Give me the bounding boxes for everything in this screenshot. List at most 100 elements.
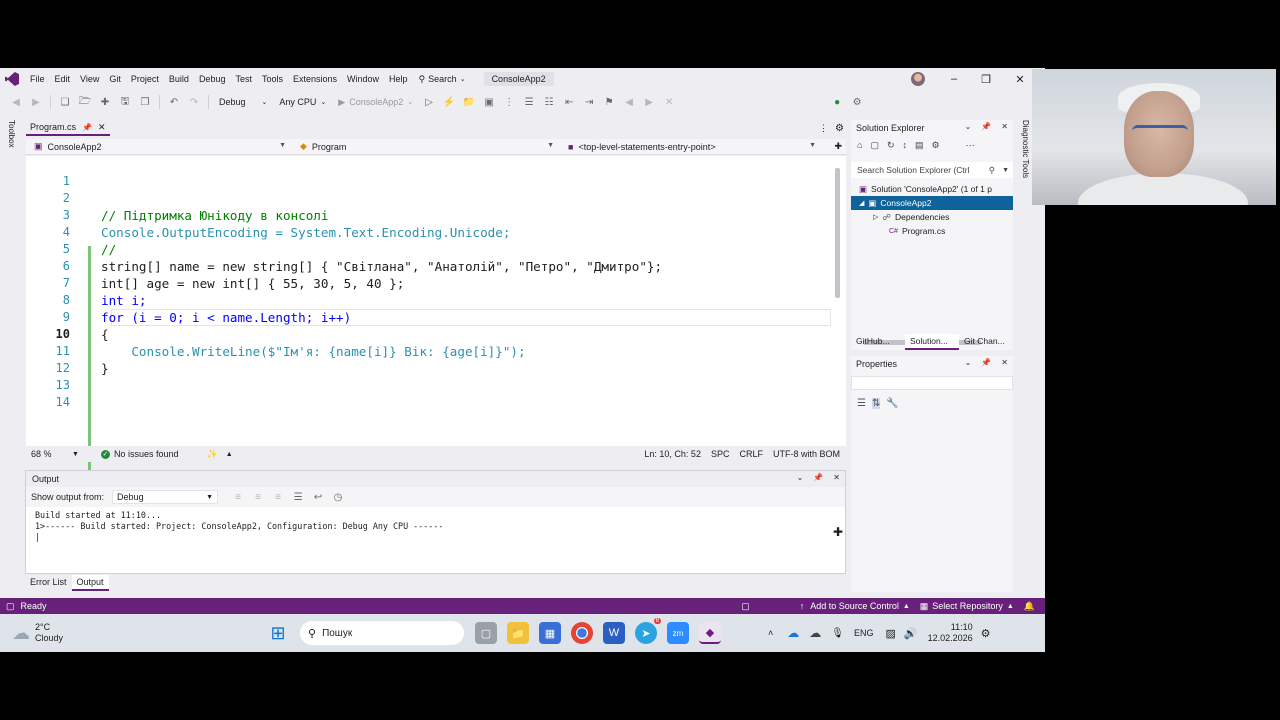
menu-test[interactable]: Test [230, 68, 257, 90]
pin-icon[interactable]: 📌 [981, 358, 991, 367]
solution-search-input[interactable]: Search Solution Explorer (Ctrl ⚲ ▼ [851, 162, 1013, 178]
clear-all-icon[interactable]: ☰ [290, 489, 306, 505]
comment-icon[interactable]: ☰ [521, 94, 537, 110]
alphabetical-icon[interactable]: ⇅ [871, 398, 881, 409]
chevron-down-icon[interactable]: ⌄ [965, 358, 972, 367]
cursor-position[interactable]: Ln: 10, Ch: 52 [644, 449, 701, 459]
notifications-icon[interactable]: ⚙ [981, 627, 991, 640]
class-dropdown[interactable]: ◆ Program ▼ [292, 139, 560, 155]
menu-build[interactable]: Build [164, 68, 194, 90]
onedrive-icon[interactable]: ☁ [787, 626, 799, 640]
tab-git-changes[interactable]: Git Chan... [959, 334, 1013, 350]
task-view-icon[interactable]: ▢ [475, 622, 497, 644]
categorized-icon[interactable]: ☰ [857, 398, 866, 409]
pin-icon[interactable]: 📌 [813, 473, 823, 482]
find-message-icon[interactable]: ≡ [230, 489, 246, 505]
menu-help[interactable]: Help [384, 68, 413, 90]
minimize-button[interactable]: – [938, 68, 970, 90]
uncomment-icon[interactable]: ☷ [541, 94, 557, 110]
property-pages-icon[interactable]: 🔧 [886, 398, 898, 409]
browse-icon[interactable]: 📁 [461, 94, 477, 110]
close-icon[interactable]: ✕ [833, 473, 840, 482]
start-button[interactable]: ⊞ [267, 622, 289, 644]
avatar[interactable] [911, 72, 925, 86]
zoom-icon[interactable]: zm [667, 622, 689, 644]
undo-icon[interactable]: ↶ [166, 94, 182, 110]
redo-icon[interactable]: ↷ [186, 94, 202, 110]
close-icon[interactable]: ✕ [1001, 358, 1008, 367]
home-icon[interactable]: ⌂ [857, 140, 862, 151]
bookmark-icon[interactable]: ⚑ [601, 94, 617, 110]
word-icon[interactable]: W [603, 622, 625, 644]
start-without-debugging-icon[interactable]: ▷ [421, 94, 437, 110]
store-icon[interactable]: ▦ [539, 622, 561, 644]
output-source-select[interactable]: Debug ▼ [112, 490, 219, 504]
show-all-icon[interactable]: ▤ [915, 140, 924, 151]
add-item-icon[interactable]: ✚ [97, 94, 113, 110]
hot-reload-icon[interactable]: ⚡ [441, 94, 457, 110]
zoom-level[interactable]: 68 % [26, 449, 72, 459]
weather-widget[interactable]: ☁ 2°C Cloudy [12, 622, 262, 644]
taskbar-search-box[interactable]: ⚲ Пошук [300, 621, 464, 645]
toolbox-tab[interactable]: Toolbox [7, 120, 16, 148]
pin-icon[interactable]: 📌 [82, 123, 92, 132]
indent-icon[interactable]: ⇥ [581, 94, 597, 110]
visual-studio-icon[interactable]: ◆ [699, 622, 721, 644]
configuration-dropdown[interactable]: Debug ⌄ [213, 97, 273, 107]
volume-icon[interactable]: 🔊 [904, 627, 918, 640]
tree-file-node[interactable]: C# Program.cs [851, 224, 1013, 238]
bell-icon[interactable]: 🔔 [1024, 601, 1035, 612]
telegram-icon[interactable]: ➤ 8 [635, 618, 661, 644]
member-dropdown[interactable]: ■ <top-level-statements-entry-point> ▼ [560, 139, 822, 155]
chevron-down-icon[interactable]: ▼ [72, 451, 79, 458]
menu-project[interactable]: Project [126, 68, 164, 90]
restore-button[interactable]: ❐ [970, 68, 1002, 90]
properties-object-select[interactable] [851, 376, 1013, 390]
chevron-down-icon[interactable]: ⌄ [965, 122, 972, 131]
tab-list-icon[interactable]: ⋮ [819, 123, 828, 134]
menu-file[interactable]: File [25, 68, 50, 90]
menu-extensions[interactable]: Extensions [288, 68, 342, 90]
more-icon[interactable]: ⋯ [966, 140, 975, 151]
menu-git[interactable]: Git [104, 68, 126, 90]
properties-icon[interactable]: ⚙ [932, 140, 940, 151]
save-all-icon[interactable]: ❐ [137, 94, 153, 110]
go-to-next-icon[interactable]: ≡ [270, 489, 286, 505]
chrome-icon[interactable] [571, 622, 593, 644]
new-project-icon[interactable]: ❏ [57, 94, 73, 110]
code-editor[interactable]: 1 2 // Підтримка Юнікоду в консолі 3 Con… [26, 156, 846, 470]
go-to-previous-icon[interactable]: ≡ [250, 489, 266, 505]
clock-icon[interactable]: ◷ [330, 489, 346, 505]
collapse-icon[interactable]: ↕ [903, 140, 908, 151]
outdent-icon[interactable]: ⇤ [561, 94, 577, 110]
whitespace-mode[interactable]: SPC [711, 449, 730, 459]
tab-github[interactable]: GitHub... [851, 334, 905, 350]
settings-icon[interactable]: ⚙ [835, 123, 844, 134]
tree-dependencies-node[interactable]: ▷ ☍ Dependencies [851, 210, 1013, 224]
tab-solution-explorer[interactable]: Solution... [905, 334, 959, 350]
live-share-icon[interactable]: ● [829, 94, 845, 110]
menu-edit[interactable]: Edit [50, 68, 76, 90]
file-explorer-icon[interactable]: 📁 [507, 622, 529, 644]
language-indicator[interactable]: ENG [854, 628, 874, 638]
word-wrap-icon[interactable]: ↩ [310, 489, 326, 505]
clock[interactable]: 11:10 12.02.2026 [928, 622, 973, 644]
split-editor-icon[interactable]: ✚ [834, 141, 842, 152]
code-cleanup-icon[interactable]: ✨ [206, 449, 217, 460]
issues-status[interactable]: No issues found [114, 449, 179, 459]
clear-bookmarks-icon[interactable]: ✕ [661, 94, 677, 110]
wifi-icon[interactable]: ▨ [885, 627, 895, 640]
switch-views-icon[interactable]: ▢ [870, 140, 879, 151]
tree-solution-node[interactable]: ▣ Solution 'ConsoleApp2' (1 of 1 p [851, 182, 1013, 196]
start-debugging-button[interactable]: ▶ ConsoleApp2 ⌄ [332, 97, 419, 108]
prev-bookmark-icon[interactable]: ◀ [621, 94, 637, 110]
tab-output[interactable]: Output [71, 575, 109, 591]
cloud-sync-icon[interactable]: ☁ [809, 626, 821, 640]
vertical-scrollbar[interactable] [832, 158, 842, 298]
project-dropdown[interactable]: ▣ ConsoleApp2 ▼ [26, 139, 292, 155]
microphone-icon[interactable]: 🎙 [831, 628, 844, 639]
chevron-down-icon[interactable]: ⌄ [797, 473, 804, 482]
open-file-icon[interactable]: 🗁 [77, 94, 93, 110]
menu-window[interactable]: Window [342, 68, 384, 90]
tab-program-cs[interactable]: Program.cs 📌 ✕ [26, 120, 110, 136]
